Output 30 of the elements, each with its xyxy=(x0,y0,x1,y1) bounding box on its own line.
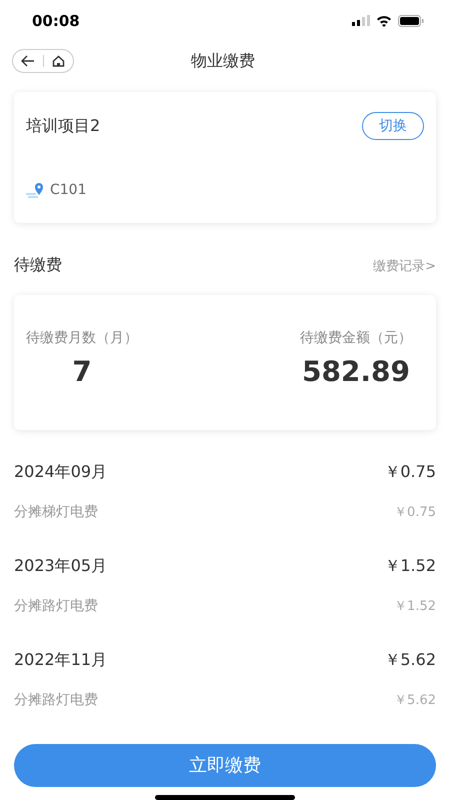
back-icon[interactable] xyxy=(21,55,35,68)
fee-amount: ￥5.62 xyxy=(394,692,436,709)
signal-icon xyxy=(352,15,370,26)
bill-month: 2023年05月 xyxy=(14,556,108,578)
fee-amount: ￥1.52 xyxy=(394,598,436,615)
bill-month: 2022年11月 xyxy=(14,650,108,672)
section-title: 待缴费 xyxy=(14,255,62,276)
project-name: 培训项目2 xyxy=(26,116,100,137)
fee-name: 分摊路灯电费 xyxy=(14,596,98,615)
fee-name: 分摊路灯电费 xyxy=(14,690,98,709)
summary-value: 582.89 xyxy=(302,354,410,388)
summary-label: 待缴费金额（元） xyxy=(300,328,412,347)
pay-now-button[interactable]: 立即缴费 xyxy=(14,744,436,788)
location-pin-icon xyxy=(26,182,46,198)
page-title: 物业缴费 xyxy=(191,50,255,72)
switch-button[interactable]: 切换 xyxy=(362,112,424,140)
status-time: 00:08 xyxy=(32,12,80,30)
battery-icon xyxy=(398,14,424,27)
fee-name: 分摊梯灯电费 xyxy=(14,502,98,521)
room-number: C101 xyxy=(50,182,86,198)
payment-history-link[interactable]: 缴费记录> xyxy=(373,256,436,275)
summary-value: 7 xyxy=(72,354,92,388)
bill-total: ￥1.52 xyxy=(384,556,436,578)
wifi-icon xyxy=(376,14,392,27)
home-icon[interactable] xyxy=(52,55,65,68)
bill-month: 2024年09月 xyxy=(14,462,108,484)
bill-total: ￥0.75 xyxy=(384,462,436,484)
bill-total: ￥5.62 xyxy=(384,650,436,672)
summary-label: 待缴费月数（月） xyxy=(26,328,138,347)
fee-amount: ￥0.75 xyxy=(394,504,436,521)
